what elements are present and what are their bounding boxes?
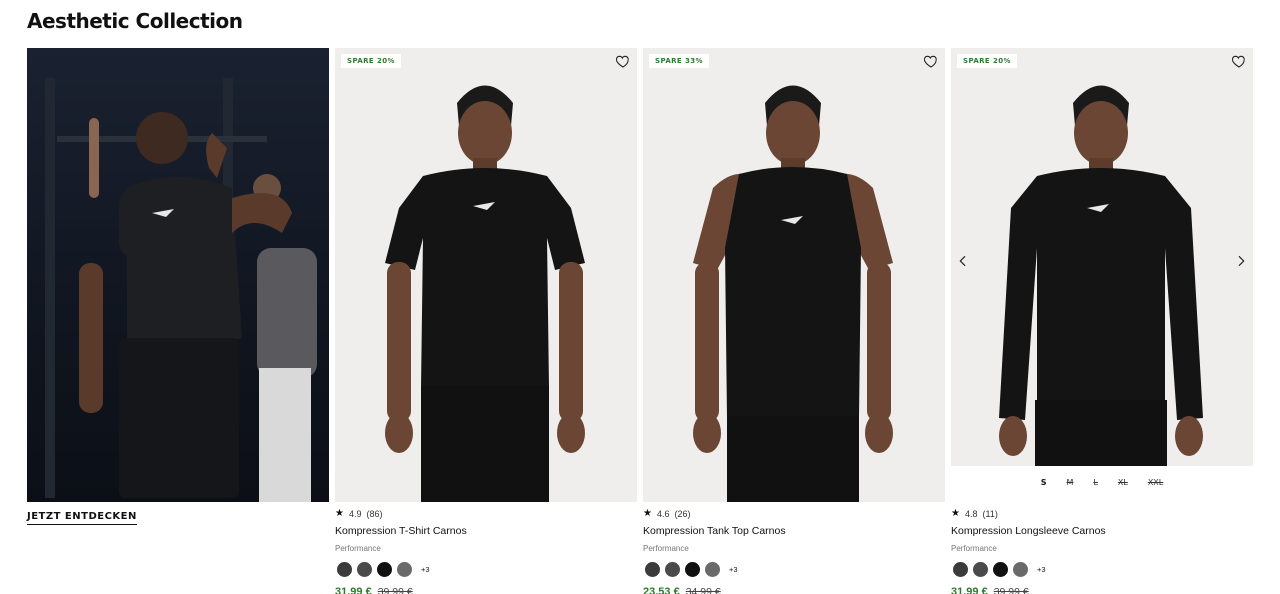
sale-price: 31,99 € bbox=[335, 586, 372, 594]
product-category: Performance bbox=[335, 544, 381, 553]
heart-outline-icon[interactable] bbox=[923, 53, 939, 69]
product-name[interactable]: Kompression Longsleeve Carnos bbox=[951, 525, 1253, 537]
heart-outline-icon[interactable] bbox=[1231, 53, 1247, 69]
product-rating: ★ 4.8 (11) bbox=[951, 508, 1253, 519]
review-count: (26) bbox=[674, 508, 691, 519]
product-card[interactable]: SPARE 33% ★ 4.6 (26) Kompression Tank To… bbox=[643, 48, 945, 594]
color-swatch[interactable] bbox=[377, 562, 392, 577]
discount-badge: SPARE 33% bbox=[649, 54, 709, 68]
color-swatches: +3 bbox=[335, 562, 637, 577]
color-swatch[interactable] bbox=[1013, 562, 1028, 577]
color-swatches: +3 bbox=[643, 562, 945, 577]
more-colors[interactable]: +3 bbox=[729, 565, 738, 574]
original-price: 34,99 € bbox=[685, 586, 721, 594]
size-selector: S M L XL XXL bbox=[951, 478, 1253, 487]
product-price: 31,99 € 39,99 € bbox=[951, 586, 1253, 594]
color-swatch[interactable] bbox=[645, 562, 660, 577]
product-image[interactable]: SPARE 20% bbox=[951, 48, 1253, 466]
product-rating: ★ 4.9 (86) bbox=[335, 508, 637, 519]
chevron-left-icon[interactable] bbox=[955, 253, 971, 269]
size-option-l[interactable]: L bbox=[1090, 478, 1100, 487]
product-price: 23,53 € 34,99 € bbox=[643, 586, 945, 594]
product-image[interactable]: SPARE 33% bbox=[643, 48, 945, 502]
rating-value: 4.9 bbox=[348, 508, 362, 519]
product-card[interactable]: SPARE 20% ★ 4.9 (86) Kompression T-Shirt… bbox=[335, 48, 637, 594]
model-longsleeve-figure bbox=[999, 85, 1203, 466]
more-colors[interactable]: +3 bbox=[421, 565, 430, 574]
model-tshirt-figure bbox=[385, 85, 585, 502]
product-category: Performance bbox=[643, 544, 689, 553]
size-option-s[interactable]: S bbox=[1038, 478, 1050, 487]
section-title: Aesthetic Collection bbox=[27, 9, 243, 33]
heart-outline-icon[interactable] bbox=[615, 53, 631, 69]
more-colors[interactable]: +3 bbox=[1037, 565, 1046, 574]
star-icon: ★ bbox=[643, 508, 652, 519]
star-icon: ★ bbox=[335, 508, 344, 519]
rating-value: 4.8 bbox=[964, 508, 978, 519]
product-card[interactable]: SPARE 20% S M L XL XXL ★ 4.8 (11) Kompre… bbox=[951, 48, 1253, 594]
color-swatch[interactable] bbox=[337, 562, 352, 577]
product-category: Performance bbox=[951, 544, 997, 553]
sale-price: 31,99 € bbox=[951, 586, 988, 594]
product-price: 31,99 € 39,99 € bbox=[335, 586, 637, 594]
sale-price: 23,53 € bbox=[643, 586, 680, 594]
size-option-xxl[interactable]: XXL bbox=[1145, 478, 1166, 487]
size-option-xl[interactable]: XL bbox=[1115, 478, 1131, 487]
color-swatch[interactable] bbox=[705, 562, 720, 577]
product-name[interactable]: Kompression Tank Top Carnos bbox=[643, 525, 945, 537]
original-price: 39,99 € bbox=[377, 586, 413, 594]
discover-now-link[interactable]: JETZT ENTDECKEN bbox=[27, 511, 137, 525]
color-swatch[interactable] bbox=[685, 562, 700, 577]
product-image[interactable]: SPARE 20% bbox=[335, 48, 637, 502]
color-swatch[interactable] bbox=[357, 562, 372, 577]
model-tanktop-figure bbox=[693, 85, 893, 502]
review-count: (11) bbox=[982, 508, 998, 519]
hero-image[interactable] bbox=[27, 48, 329, 502]
original-price: 39,99 € bbox=[993, 586, 1029, 594]
star-icon: ★ bbox=[951, 508, 960, 519]
color-swatch[interactable] bbox=[665, 562, 680, 577]
product-name[interactable]: Kompression T-Shirt Carnos bbox=[335, 525, 637, 537]
review-count: (86) bbox=[366, 508, 383, 519]
color-swatch[interactable] bbox=[973, 562, 988, 577]
rating-value: 4.6 bbox=[656, 508, 670, 519]
product-rating: ★ 4.6 (26) bbox=[643, 508, 945, 519]
color-swatch[interactable] bbox=[953, 562, 968, 577]
hero-model-figure bbox=[79, 112, 317, 502]
chevron-right-icon[interactable] bbox=[1233, 253, 1249, 269]
color-swatches: +3 bbox=[951, 562, 1253, 577]
color-swatch[interactable] bbox=[993, 562, 1008, 577]
size-option-m[interactable]: M bbox=[1064, 478, 1077, 487]
color-swatch[interactable] bbox=[397, 562, 412, 577]
discount-badge: SPARE 20% bbox=[957, 54, 1017, 68]
discount-badge: SPARE 20% bbox=[341, 54, 401, 68]
